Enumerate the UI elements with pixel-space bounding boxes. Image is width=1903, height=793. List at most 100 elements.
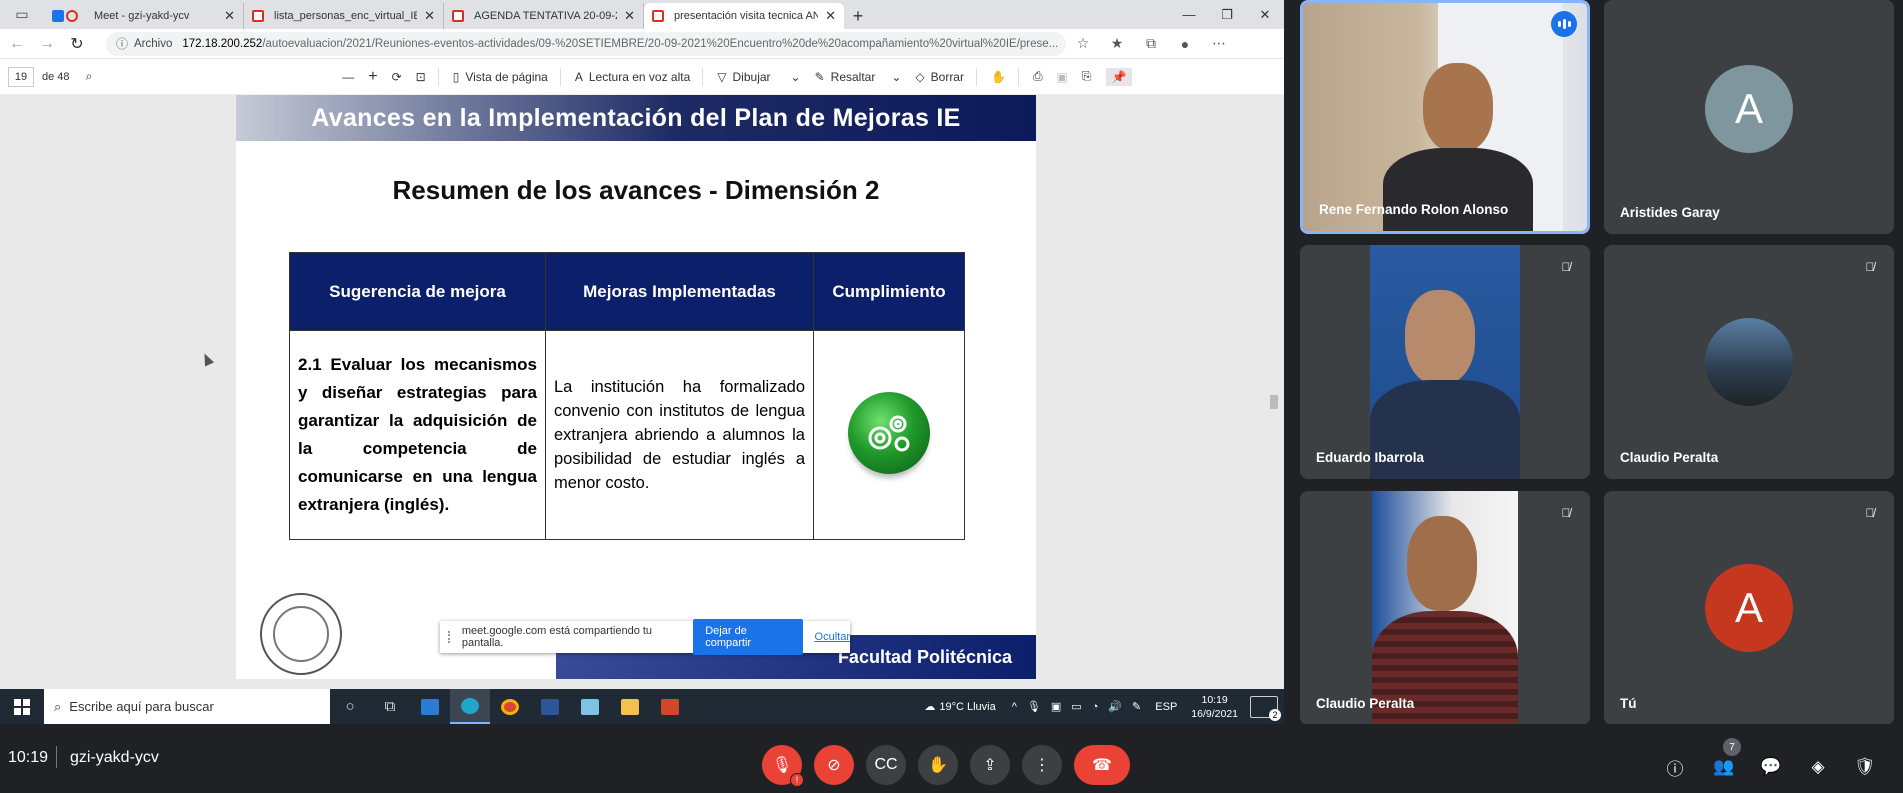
participant-tile[interactable]: 🎙̸ Claudio Peralta <box>1604 245 1894 479</box>
tab-actions-icon[interactable]: ▭ <box>0 0 44 29</box>
slide-page: Avances en la Implementación del Plan de… <box>236 95 1036 679</box>
notifications-icon[interactable]: 2 <box>1250 695 1281 721</box>
participant-tile[interactable]: 🎙̸ Eduardo Ibarrola <box>1300 245 1590 479</box>
chevron-up-icon[interactable]: ^ <box>1012 701 1017 713</box>
weather-icon[interactable]: ☁ <box>924 700 935 713</box>
host-controls-icon[interactable]: 🛡 <box>1852 754 1878 780</box>
read-aloud-button[interactable]: A Lectura en voz alta <box>575 70 690 84</box>
favorites-icon[interactable]: ★ <box>1100 31 1134 57</box>
read-aloud-label: Lectura en voz alta <box>588 69 691 84</box>
task-view-icon[interactable]: ⧉ <box>370 689 410 724</box>
word-icon[interactable] <box>530 689 570 724</box>
zoom-in-button[interactable]: + <box>368 68 377 86</box>
rotate-icon[interactable]: ⟳ <box>392 70 402 84</box>
save-icon[interactable]: ▣ <box>1057 70 1068 84</box>
new-tab-button[interactable]: + <box>844 3 872 29</box>
notepad-icon[interactable] <box>570 689 610 724</box>
edge-icon[interactable] <box>450 689 490 724</box>
microphone-toggle-button[interactable]: 🎙 ! <box>762 745 804 787</box>
participant-name: Claudio Peralta <box>1620 450 1719 465</box>
find-icon[interactable]: ⌕ <box>86 69 93 84</box>
leave-call-button[interactable]: ☎ <box>1074 745 1130 785</box>
collections-icon[interactable]: ⧉ <box>1134 31 1168 57</box>
microphone-icon[interactable]: 🎙 <box>1027 700 1041 713</box>
reload-icon[interactable]: ↻ <box>64 31 90 57</box>
touch-icon[interactable]: ✋ <box>991 70 1006 84</box>
page-number-input[interactable]: 19 <box>8 66 34 87</box>
highlight-button[interactable]: ✎ Resaltar ⌄ <box>815 70 902 84</box>
slide-header: Avances en la Implementación del Plan de… <box>236 95 1036 141</box>
page-view-button[interactable]: ▯ Vista de página <box>453 70 548 84</box>
tab-agenda[interactable]: AGENDA TENTATIVA 20-09-2021 ✕ <box>444 3 644 29</box>
pen-icon[interactable]: ✎ <box>1132 700 1141 713</box>
profile-icon[interactable]: ● <box>1168 31 1202 57</box>
hide-banner-link[interactable]: Ocultar <box>815 631 850 643</box>
camera-toggle-button[interactable]: ⊘ <box>814 745 854 785</box>
add-favorite-icon[interactable]: ☆ <box>1066 31 1100 57</box>
language-indicator[interactable]: ESP <box>1155 701 1177 713</box>
chevron-down-icon[interactable]: ⌄ <box>791 70 801 84</box>
participant-name: Aristides Garay <box>1620 205 1720 220</box>
scrollbar-thumb[interactable] <box>1270 395 1278 409</box>
close-icon[interactable]: ✕ <box>825 8 836 24</box>
fit-page-icon[interactable]: ⊡ <box>416 70 426 84</box>
draw-button[interactable]: ▽ Dibujar ⌄ <box>717 70 800 84</box>
present-button[interactable]: ⇪ <box>970 745 1010 785</box>
more-vert-icon: ⋮ <box>1034 757 1050 774</box>
drag-handle-icon[interactable] <box>448 631 452 643</box>
captions-button[interactable]: CC <box>866 745 906 785</box>
close-window-icon[interactable]: ✕ <box>1246 0 1284 29</box>
restore-icon[interactable]: ❐ <box>1208 0 1246 29</box>
back-icon[interactable]: ← <box>4 31 30 57</box>
chevron-down-icon[interactable]: ⌄ <box>891 70 901 84</box>
clock-date: 16/9/2021 <box>1191 707 1238 720</box>
tab-lista-personas[interactable]: lista_personas_enc_virtual_IE-FP( ✕ <box>244 3 444 29</box>
weather-label[interactable]: 19°C Lluvia <box>939 701 995 713</box>
erase-button[interactable]: ◇ Borrar <box>915 70 964 84</box>
participant-tile[interactable]: 🎙̸ Claudio Peralta <box>1300 491 1590 725</box>
cortana-icon[interactable]: ○ <box>330 689 370 724</box>
close-icon[interactable]: ✕ <box>424 8 435 24</box>
screen-share-tray-icon[interactable]: ▣ <box>1051 700 1061 713</box>
windows-start-icon[interactable] <box>0 689 44 724</box>
divider <box>1017 67 1019 86</box>
participant-tile[interactable]: A Aristides Garay <box>1604 0 1894 234</box>
tab-presentacion[interactable]: presentación visita tecnica ANEA ✕ <box>644 3 844 29</box>
pin-icon[interactable]: 📌 <box>1105 67 1133 86</box>
minimize-icon[interactable]: — <box>1170 0 1208 29</box>
tab-meet[interactable]: Meet - gzi-yakd-ycv ✕ <box>44 3 244 29</box>
meeting-details-icon[interactable]: ⓘ <box>1662 754 1688 780</box>
battery-icon[interactable]: ▭ <box>1071 700 1081 713</box>
taskbar-clock[interactable]: 10:19 16/9/2021 <box>1191 693 1238 721</box>
taskbar-search-input[interactable]: ⌕ Escribe aquí para buscar <box>44 689 330 724</box>
participant-tile[interactable]: A 🎙̸ Tú <box>1604 491 1894 725</box>
powerpoint-icon[interactable] <box>650 689 690 724</box>
chat-icon[interactable]: 💬 <box>1758 754 1784 780</box>
url-field[interactable]: ⓘ Archivo 172.18.200.252/autoevaluacion/… <box>106 31 1066 56</box>
volume-icon[interactable]: 🔊 <box>1108 700 1122 713</box>
activities-icon[interactable]: ◈ <box>1805 754 1831 780</box>
zoom-out-button[interactable]: — <box>342 70 354 84</box>
speaking-indicator-icon <box>1551 11 1577 37</box>
participant-tile[interactable]: Rene Fernando Rolon Alonso <box>1300 0 1590 234</box>
participant-name: Rene Fernando Rolon Alonso <box>1319 202 1509 217</box>
mail-icon[interactable] <box>410 689 450 724</box>
save-as-icon[interactable]: ⎘ <box>1082 69 1092 84</box>
print-icon[interactable]: ⎙ <box>1033 69 1043 84</box>
close-icon[interactable]: ✕ <box>224 8 235 24</box>
forward-icon[interactable]: → <box>34 31 60 57</box>
chrome-icon[interactable] <box>490 689 530 724</box>
raise-hand-button[interactable]: ✋ <box>918 745 958 785</box>
info-icon[interactable]: ⓘ <box>116 35 128 52</box>
stop-sharing-button[interactable]: Dejar de compartir <box>693 619 803 655</box>
more-options-button[interactable]: ⋮ <box>1022 745 1062 785</box>
participant-video <box>1303 3 1587 231</box>
people-icon[interactable]: 👥 <box>1711 754 1737 780</box>
more-icon[interactable]: ⋯ <box>1202 31 1236 57</box>
close-icon[interactable]: ✕ <box>624 8 635 24</box>
network-icon[interactable]: ◔ <box>1092 701 1099 713</box>
participant-name: Tú <box>1620 696 1637 711</box>
file-explorer-icon[interactable] <box>610 689 650 724</box>
avatar: A <box>1705 564 1793 652</box>
url-path: /autoevaluacion/2021/Reuniones-eventos-a… <box>262 37 1059 50</box>
